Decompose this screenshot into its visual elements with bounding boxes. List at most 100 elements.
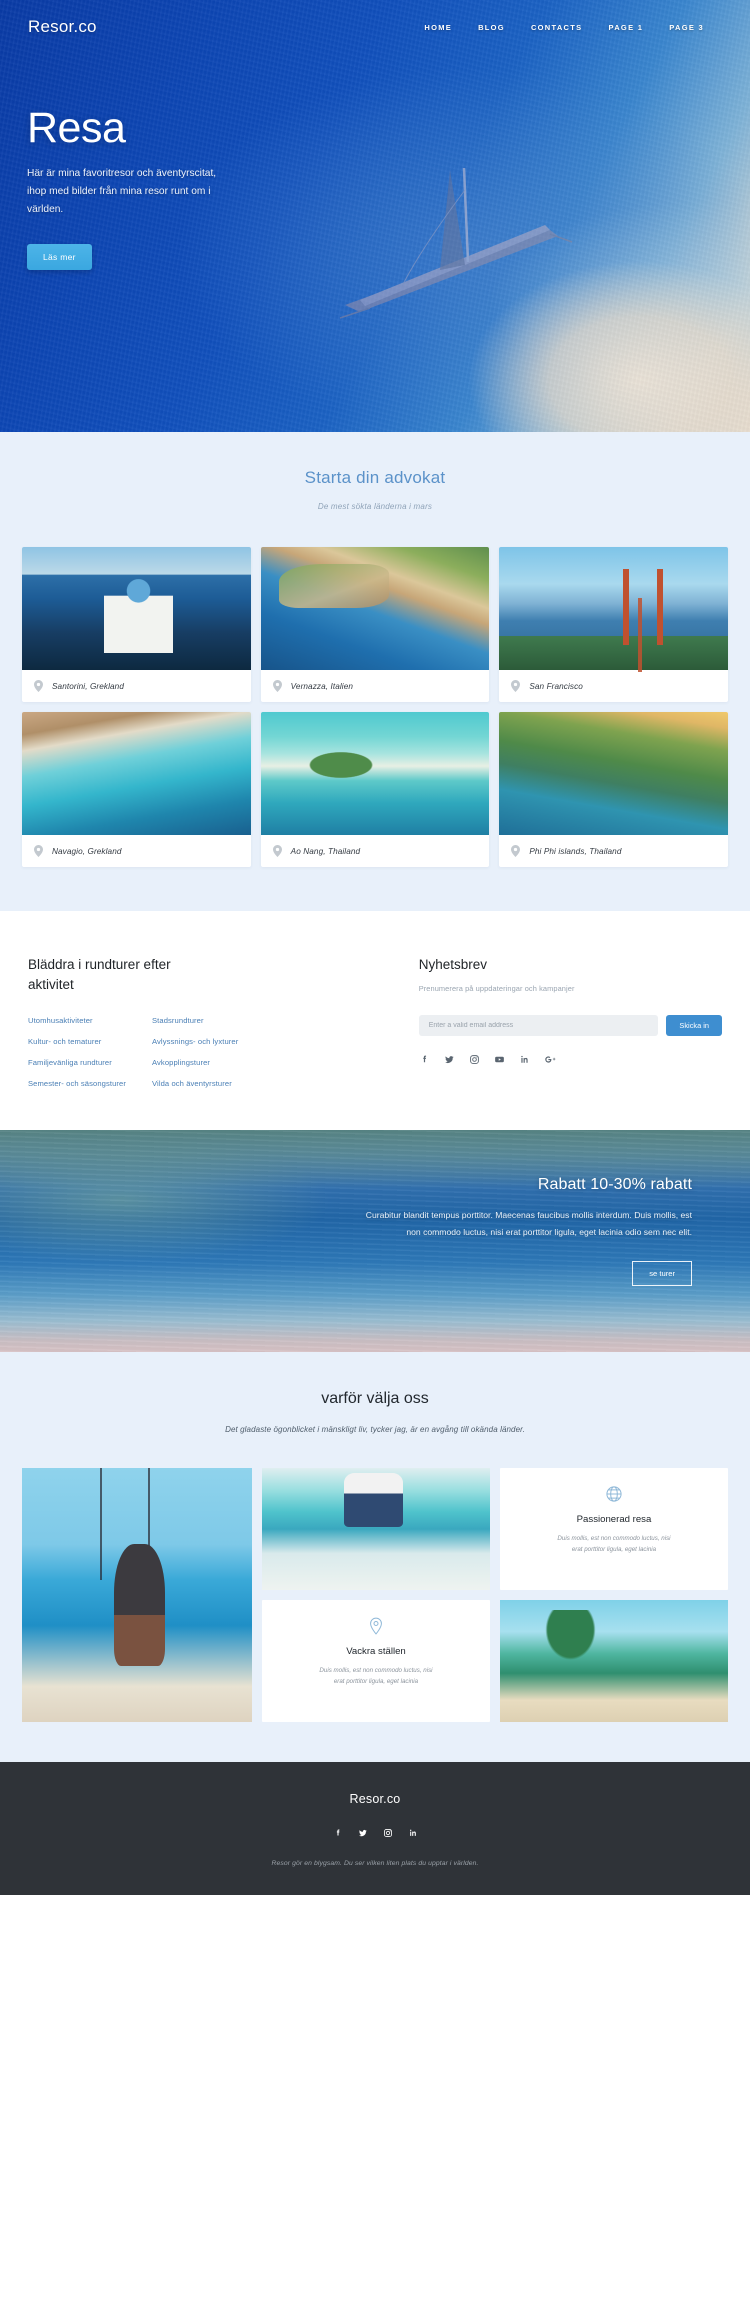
nav-item-page-3[interactable]: PAGE 3 <box>669 23 704 32</box>
map-pin-icon <box>272 680 282 692</box>
why-subtitle: Det gladaste ögonblicket i mänskligt liv… <box>225 1425 525 1435</box>
destination-caption: Ao Nang, Thailand <box>261 835 490 867</box>
linkedin-icon[interactable] <box>519 1054 530 1065</box>
tour-link-seasonal[interactable]: Semester- och säsongsturer <box>28 1079 126 1088</box>
banner-content: Rabatt 10-30% rabatt Curabitur blandit t… <box>0 1130 750 1286</box>
destination-name: San Francisco <box>529 681 583 691</box>
destination-image <box>499 547 728 670</box>
twitter-icon[interactable] <box>444 1054 455 1065</box>
newsletter-subtitle: Prenumerera på uppdateringar och kampanj… <box>418 984 575 993</box>
banner-view-tours-button[interactable]: se turer <box>632 1260 692 1286</box>
hero-subtitle: Här är mina favoritresor och äventyrscit… <box>27 168 217 215</box>
map-pin-icon <box>34 680 43 692</box>
newsletter-social-links <box>419 1054 722 1065</box>
destination-name: Ao Nang, Thailand <box>290 846 361 856</box>
footer-logo[interactable]: Resor.co <box>0 1792 750 1806</box>
destination-image <box>499 712 728 835</box>
footer-social-links <box>0 1828 750 1838</box>
nav-item-page-1[interactable]: PAGE 1 <box>608 23 643 32</box>
why-card-passionate-travel: Passionerad resa Duis mollis, est non co… <box>500 1468 728 1591</box>
destination-card[interactable]: San Francisco <box>499 547 728 702</box>
tours-newsletter-section: Bläddra i rundturer efter aktivitet Utom… <box>0 911 750 1131</box>
why-image-swing <box>22 1468 252 1723</box>
destination-name: Vernazza, Italien <box>290 681 354 691</box>
google-plus-icon[interactable] <box>544 1054 556 1065</box>
nav-links: HOME BLOG CONTACTS PAGE 1 PAGE 3 <box>424 23 722 32</box>
linkedin-icon[interactable] <box>408 1828 418 1838</box>
destinations-title: Starta din advokat <box>304 468 446 487</box>
hero-title: Resa <box>27 104 126 152</box>
banner-title: Rabatt 10-30% rabatt <box>537 1176 692 1194</box>
nav-item-contacts[interactable]: CONTACTS <box>531 23 583 32</box>
twitter-icon[interactable] <box>358 1828 368 1838</box>
map-pin-icon <box>511 845 521 857</box>
instagram-icon[interactable] <box>469 1054 480 1065</box>
banner-text: Curabitur blandit tempus porttitor. Maec… <box>365 1210 692 1237</box>
why-image-palms <box>500 1600 728 1723</box>
tour-link-outdoor[interactable]: Utomhusaktiviteter <box>28 1016 126 1025</box>
newsletter-title: Nyhetsbrev <box>418 957 487 972</box>
map-pin-icon <box>366 1616 386 1636</box>
destination-caption: Santorini, Grekland <box>22 670 251 702</box>
instagram-icon[interactable] <box>383 1828 393 1838</box>
hero-read-more-button[interactable]: Läs mer <box>27 243 92 270</box>
destination-caption: San Francisco <box>499 670 728 702</box>
site-logo[interactable]: Resor.co <box>28 17 97 37</box>
hero-section: Resor.co HOME BLOG CONTACTS PAGE 1 PAGE … <box>0 0 750 432</box>
map-pin-icon <box>272 845 282 857</box>
destination-name: Santorini, Grekland <box>52 681 124 691</box>
youtube-icon[interactable] <box>494 1054 505 1065</box>
destination-card[interactable]: Ao Nang, Thailand <box>260 712 490 867</box>
destination-caption: Navagio, Grekland <box>22 835 251 867</box>
newsletter-block: Nyhetsbrev Prenumerera på uppdateringar … <box>418 955 722 1088</box>
destination-image <box>22 547 251 670</box>
destination-image <box>260 547 490 670</box>
destinations-subtitle: De mest sökta länderna i mars <box>317 502 433 511</box>
why-card-text: Duis mollis, est non commodo luctus, nis… <box>557 1535 671 1553</box>
destination-caption: Phi Phi islands, Thailand <box>499 835 728 867</box>
nav-item-blog[interactable]: BLOG <box>478 23 505 32</box>
why-card-beautiful-places: Vackra ställen Duis mollis, est non comm… <box>262 1600 490 1723</box>
facebook-icon[interactable] <box>333 1828 343 1838</box>
tours-link-columns: Utomhusaktiviteter Kultur- och tematurer… <box>28 1016 399 1088</box>
why-title: varför välja oss <box>321 1390 429 1408</box>
why-card-title: Passionerad resa <box>576 1514 652 1526</box>
tours-column-two: Stadsrundturer Avlyssnings- och lyxturer… <box>152 1016 238 1088</box>
footer-note: Resor gör en blygsam. Du ser vilken lite… <box>271 1860 479 1868</box>
site-footer: Resor.co Resor gör en blygsam. Du ser vi… <box>0 1762 750 1896</box>
destinations-grid: Santorini, Grekland Vernazza, Italien Sa… <box>0 547 750 867</box>
nav-item-home[interactable]: HOME <box>424 23 452 32</box>
tours-block: Bläddra i rundturer efter aktivitet Utom… <box>28 955 399 1088</box>
why-card-title: Vackra ställen <box>346 1646 406 1658</box>
hero-content: Resa Här är mina favoritresor och äventy… <box>0 44 330 270</box>
destination-image <box>260 712 490 835</box>
tour-link-luxury[interactable]: Avlyssnings- och lyxturer <box>152 1037 238 1046</box>
tours-column-one: Utomhusaktiviteter Kultur- och tematurer… <box>28 1016 126 1088</box>
top-navigation: Resor.co HOME BLOG CONTACTS PAGE 1 PAGE … <box>0 0 750 44</box>
why-image-beach-runner <box>262 1468 490 1591</box>
discount-banner-section: Rabatt 10-30% rabatt Curabitur blandit t… <box>0 1130 750 1353</box>
newsletter-form: Skicka in <box>418 1015 722 1036</box>
tour-link-adventure[interactable]: Vilda och äventyrsturer <box>152 1079 238 1088</box>
destinations-section: Starta din advokat De mest sökta ländern… <box>0 432 750 911</box>
destination-card[interactable]: Santorini, Grekland <box>22 547 251 702</box>
tour-link-family[interactable]: Familjevänliga rundturer <box>28 1058 126 1067</box>
destination-card[interactable]: Phi Phi islands, Thailand <box>499 712 728 867</box>
globe-icon <box>604 1484 624 1504</box>
tour-link-relax[interactable]: Avkopplingsturer <box>152 1058 238 1067</box>
destination-card[interactable]: Navagio, Grekland <box>22 712 251 867</box>
why-card-text: Duis mollis, est non commodo luctus, nis… <box>319 1667 433 1685</box>
map-pin-icon <box>34 845 43 857</box>
destination-name: Phi Phi islands, Thailand <box>529 846 622 856</box>
newsletter-submit-button[interactable]: Skicka in <box>666 1015 722 1036</box>
newsletter-email-input[interactable] <box>418 1015 659 1036</box>
facebook-icon[interactable] <box>419 1054 430 1065</box>
destination-caption: Vernazza, Italien <box>261 670 490 702</box>
why-grid: Passionerad resa Duis mollis, est non co… <box>0 1468 750 1723</box>
tours-title: Bläddra i rundturer efter aktivitet <box>28 957 171 992</box>
tour-link-culture[interactable]: Kultur- och tematurer <box>28 1037 126 1046</box>
destination-card[interactable]: Vernazza, Italien <box>260 547 490 702</box>
destination-name: Navagio, Grekland <box>52 846 122 856</box>
why-choose-us-section: varför välja oss Det gladaste ögonblicke… <box>0 1352 750 1763</box>
tour-link-city[interactable]: Stadsrundturer <box>152 1016 238 1025</box>
